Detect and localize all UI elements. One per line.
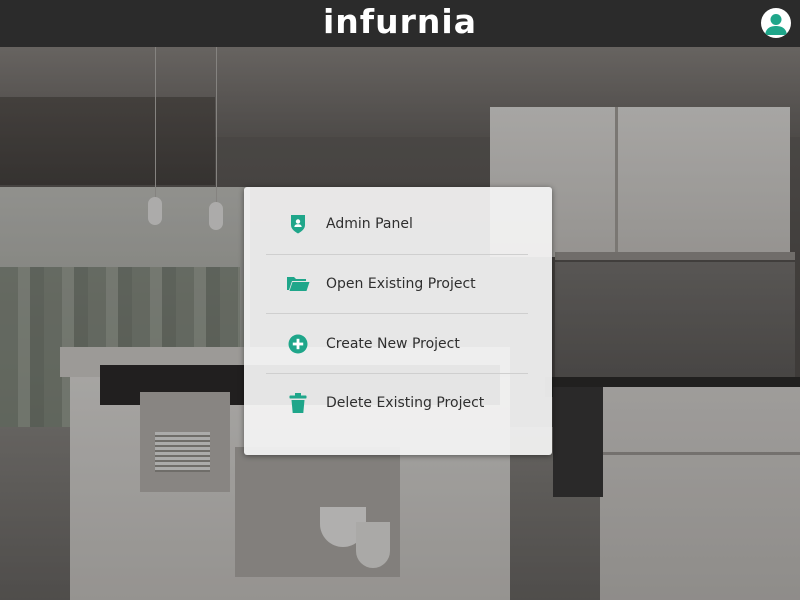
create-new-project-button[interactable]: Create New Project [266,315,528,374]
plus-circle-icon [286,332,310,356]
trash-icon [286,391,310,415]
top-bar: infurnia [0,0,800,47]
folder-open-icon [286,272,310,296]
delete-existing-project-button[interactable]: Delete Existing Project [266,374,528,433]
open-existing-project-button[interactable]: Open Existing Project [266,255,528,314]
menu-item-label: Open Existing Project [326,276,476,292]
admin-shield-icon [286,212,310,236]
main-menu-panel: Admin Panel Open Existing Project Create… [244,187,552,455]
admin-panel-button[interactable]: Admin Panel [266,195,528,254]
menu-item-label: Create New Project [326,336,460,352]
app-logo[interactable]: infurnia [0,2,800,42]
user-avatar-icon[interactable] [761,8,791,38]
menu-divider [266,313,528,314]
menu-item-label: Delete Existing Project [326,395,485,411]
menu-item-label: Admin Panel [326,216,413,232]
